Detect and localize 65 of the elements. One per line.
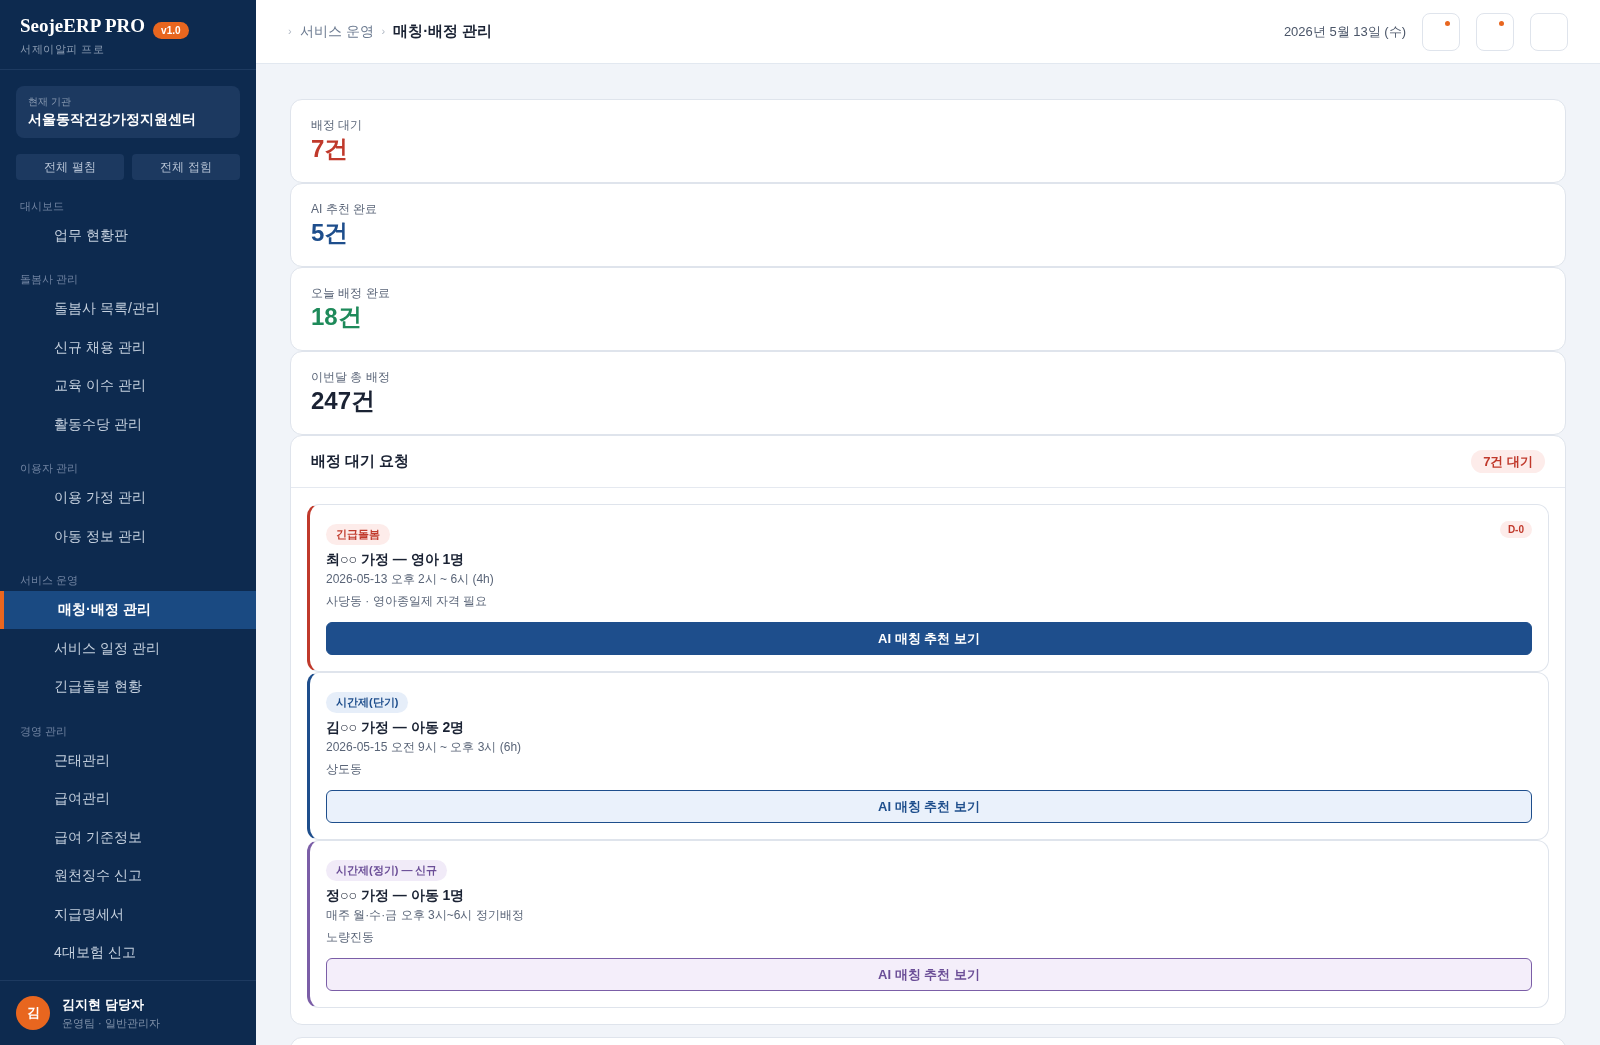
nav-item[interactable]: 지급명세서 — [0, 895, 256, 934]
nav-item[interactable]: 신규 채용 관리 — [0, 328, 256, 367]
brand-name: SeojeERP PRO — [20, 14, 146, 38]
nav-item[interactable]: 교육 이수 관리 — [0, 366, 256, 405]
stat-value: 7건 — [311, 134, 350, 164]
nav-item[interactable]: 매칭·배정 관리 — [0, 590, 256, 629]
nav-item[interactable]: 활동수당 관리 — [0, 405, 256, 444]
request-tag: 긴급돌봄 — [326, 524, 390, 545]
breadcrumb-item[interactable]: 서비스 운영 — [299, 21, 374, 42]
user-name: 김지현 담당자 — [62, 996, 145, 1014]
request-time: 매주 월·수·금 오후 3시~6시 정기배정 — [326, 907, 525, 924]
stat-value: 247건 — [311, 386, 377, 416]
nav-item[interactable]: 급여관리 — [0, 779, 256, 818]
stat-label: AI 추천 완료 — [311, 201, 378, 218]
stat-value: 18건 — [311, 302, 363, 332]
request-tag: 시간제(정기) — 신규 — [326, 860, 448, 881]
panel-title: 배정 대기 요청 — [311, 451, 410, 472]
user-avatar: 김 — [16, 996, 50, 1030]
nav-item[interactable]: 원천징수 신고 — [0, 856, 256, 895]
nav-item[interactable]: 긴급돌봄 현황 — [0, 667, 256, 706]
ai-recommend-button[interactable]: AI 매칭 추천 보기 — [326, 958, 1532, 991]
version-tag: v1.0 — [153, 21, 189, 39]
nav-item[interactable]: 이용 가정 관리 — [0, 478, 256, 517]
stat-value: 5건 — [311, 218, 350, 248]
chevron-icon: › — [288, 23, 292, 40]
request-title: 정○○ 가정 — 아동 1명 — [326, 886, 466, 905]
nav-section-heading: 돌봄사 관리 — [19, 272, 80, 288]
org-name: 서울동작건강가정지원센터 — [28, 110, 197, 129]
org-label: 현재 기관 — [28, 95, 72, 109]
nav-item[interactable]: 4대보험 신고 — [0, 933, 256, 972]
nav-item[interactable]: 아동 정보 관리 — [0, 517, 256, 556]
nav-section-heading: 서비스 운영 — [19, 573, 80, 589]
request-detail: 상도동 — [326, 761, 363, 778]
request-title: 김○○ 가정 — 아동 2명 — [326, 718, 466, 737]
request-title: 최○○ 가정 — 영아 1명 — [326, 550, 466, 569]
stat-label: 오늘 배정 완료 — [311, 285, 391, 302]
breadcrumb-item: 매칭·배정 관리 — [393, 21, 493, 42]
count-badge: 7건 대기 — [1471, 449, 1545, 474]
request-detail: 노량진동 — [326, 929, 375, 946]
expand-toggle-button[interactable]: 전체 접힘 — [132, 154, 240, 180]
header-button[interactable] — [1422, 12, 1460, 51]
ai-recommend-button[interactable]: AI 매칭 추천 보기 — [326, 622, 1532, 655]
chevron-icon: › — [381, 23, 386, 40]
stat-label: 이번달 총 배정 — [311, 369, 391, 386]
nav-item[interactable]: 급여 기준정보 — [0, 818, 256, 857]
nav-item[interactable]: 업무 현황판 — [0, 216, 256, 255]
request-time: 2026-05-13 오후 2시 ~ 6시 (4h) — [326, 571, 495, 588]
nav-item[interactable]: 근태관리 — [0, 741, 256, 780]
request-tag: 시간제(단기) — [326, 692, 409, 713]
brand-subtitle: 서제이알피 프로 — [20, 41, 106, 57]
expand-toggle-button[interactable]: 전체 펼침 — [16, 154, 124, 180]
header-button[interactable] — [1476, 12, 1514, 51]
nav-section-heading: 대시보드 — [19, 198, 65, 214]
stat-label: 배정 대기 — [311, 117, 364, 134]
ai-recommend-button[interactable]: AI 매칭 추천 보기 — [326, 790, 1532, 823]
header-button[interactable] — [1530, 12, 1568, 51]
nav-section-heading: 경영 관리 — [19, 723, 69, 739]
nav-item[interactable]: 서비스 일정 관리 — [0, 629, 256, 668]
due-badge: D-0 — [1499, 521, 1532, 538]
user-role: 운영팀 · 일반관리자 — [62, 1015, 160, 1031]
current-date: 2026년 5월 13일 (수) — [1283, 22, 1406, 41]
nav-section-heading: 이용자 관리 — [19, 461, 80, 477]
request-detail: 사당동 · 영아종일제 자격 필요 — [326, 593, 489, 610]
request-time: 2026-05-15 오전 9시 ~ 오후 3시 (6h) — [326, 739, 523, 756]
nav-item[interactable]: 돌봄사 목록/관리 — [0, 289, 256, 328]
